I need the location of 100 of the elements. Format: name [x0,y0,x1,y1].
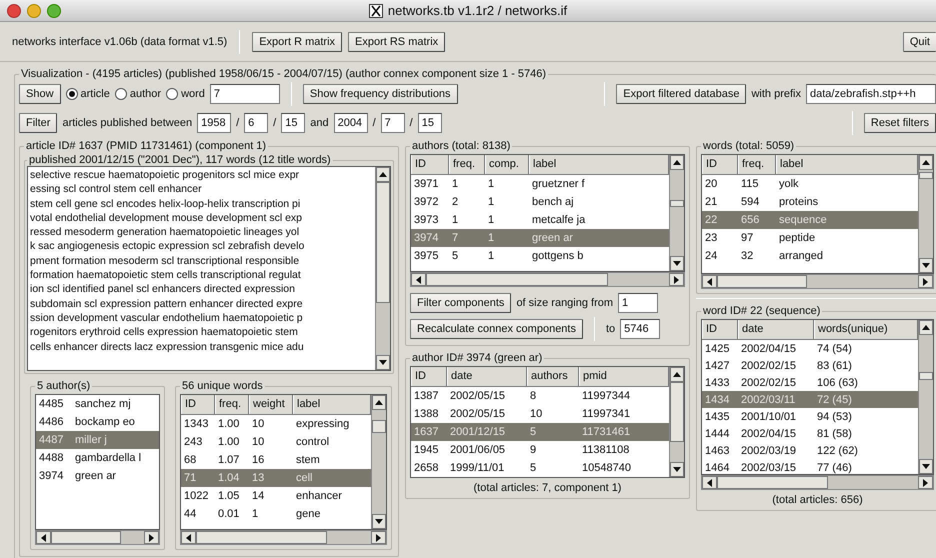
scroll-button[interactable] [181,531,196,544]
arrow-up-icon[interactable] [375,400,383,405]
arrow-up-icon[interactable] [673,372,681,377]
scroll-button[interactable] [144,531,159,544]
scroll-thumb[interactable] [919,172,933,179]
scroll-thumb[interactable] [670,382,684,442]
horizontal-scrollbar[interactable] [701,475,934,490]
arrow-down-icon[interactable] [922,464,930,469]
arrow-left-icon[interactable] [41,534,46,542]
vertical-scrollbar[interactable] [918,155,933,273]
scroll-button[interactable] [670,462,684,477]
value-field[interactable]: 7 [210,84,280,104]
window-controls-icon[interactable] [6,3,64,19]
vertical-scrollbar[interactable] [375,167,390,370]
prefix-field[interactable]: data/zebrafish.stp++h [806,84,936,104]
export-button[interactable]: Export RS matrix [348,32,446,52]
arrow-up-icon[interactable] [922,325,930,330]
scroll-button[interactable] [372,514,386,529]
scroll-thumb[interactable] [919,372,933,380]
arrow-up-icon[interactable] [922,160,930,165]
date-field[interactable]: 1958 [197,113,232,133]
arrow-down-icon[interactable] [375,519,383,524]
column-header[interactable]: date [447,367,527,386]
arrow-up-icon[interactable] [379,172,387,177]
date-field[interactable]: 6 [244,113,268,133]
scroll-button[interactable] [670,367,684,382]
arrow-down-icon[interactable] [673,467,681,472]
scroll-button[interactable] [702,275,717,288]
scroll-button[interactable] [918,476,933,489]
arrow-up-icon[interactable] [673,160,681,165]
scroll-button[interactable] [918,275,933,288]
date-field[interactable]: 15 [281,113,306,133]
scroll-button[interactable] [376,167,390,182]
horizontal-scrollbar[interactable] [701,274,934,289]
date-field[interactable]: 7 [380,113,405,133]
show-button[interactable]: Show [19,84,61,104]
scroll-thumb[interactable] [426,273,608,286]
column-header[interactable]: comp. [485,155,529,174]
scroll-button[interactable] [919,258,933,273]
scroll-button[interactable] [919,320,933,335]
horizontal-scrollbar[interactable] [410,272,685,287]
arrow-right-icon[interactable] [376,534,381,542]
arrow-right-icon[interactable] [149,534,154,542]
recalculate-button[interactable]: Recalculate connex components [410,319,583,339]
filter-button[interactable]: Filter [19,113,58,133]
horizontal-scrollbar[interactable] [35,530,160,545]
scroll-thumb[interactable] [717,476,828,489]
column-header[interactable]: date [738,320,814,339]
scroll-button[interactable] [702,476,717,489]
frequency-button[interactable]: Show frequency distributions [302,84,458,104]
export-database-button[interactable]: Export filtered database [616,84,746,104]
filter-components-button[interactable]: Filter components [410,293,512,313]
date-field[interactable]: 15 [418,113,442,133]
arrow-left-icon[interactable] [186,534,191,542]
scroll-thumb[interactable] [51,531,121,544]
column-header[interactable]: freq. [215,395,249,414]
size-to-field[interactable]: 5746 [620,319,660,339]
scroll-button[interactable] [36,531,51,544]
column-header[interactable]: ID [411,155,449,174]
date-field[interactable]: 2004 [334,113,368,133]
scroll-button[interactable] [919,459,933,474]
vertical-scrollbar[interactable] [918,320,933,474]
radio-option[interactable]: article [66,88,110,100]
scroll-button[interactable] [670,256,684,271]
scroll-button[interactable] [919,155,933,170]
vertical-scrollbar[interactable] [669,367,684,477]
arrow-right-icon[interactable] [674,276,679,284]
column-header[interactable]: ID [181,395,215,414]
scroll-button[interactable] [376,355,390,370]
scroll-button[interactable] [411,273,426,286]
scroll-button[interactable] [669,273,684,286]
scroll-thumb[interactable] [196,531,328,544]
scroll-thumb[interactable] [376,182,390,304]
export-button[interactable]: Export R matrix [252,32,342,52]
vertical-scrollbar[interactable] [371,395,386,529]
scroll-button[interactable] [670,155,684,170]
arrow-right-icon[interactable] [923,278,928,286]
arrow-left-icon[interactable] [707,478,712,486]
column-header[interactable]: freq. [738,155,776,174]
scroll-button[interactable] [372,395,386,410]
scroll-thumb[interactable] [670,200,684,207]
column-header[interactable]: ID [702,320,738,339]
column-header[interactable]: weight [249,395,293,414]
arrow-down-icon[interactable] [379,360,387,365]
horizontal-scrollbar[interactable] [180,530,387,545]
column-header[interactable]: freq. [449,155,485,174]
arrow-down-icon[interactable] [673,261,681,266]
arrow-down-icon[interactable] [922,263,930,268]
column-header[interactable]: ID [702,155,738,174]
column-header[interactable]: authors [527,367,579,386]
scroll-thumb[interactable] [372,420,386,433]
arrow-left-icon[interactable] [416,276,421,284]
scroll-thumb[interactable] [717,275,808,288]
radio-option[interactable]: author [114,88,162,100]
quit-button[interactable]: Quit [902,32,936,52]
arrow-left-icon[interactable] [707,278,712,286]
scroll-button[interactable] [371,531,386,544]
reset-filters-button[interactable]: Reset filters [864,113,936,133]
column-header[interactable]: ID [411,367,447,386]
arrow-right-icon[interactable] [923,478,928,486]
